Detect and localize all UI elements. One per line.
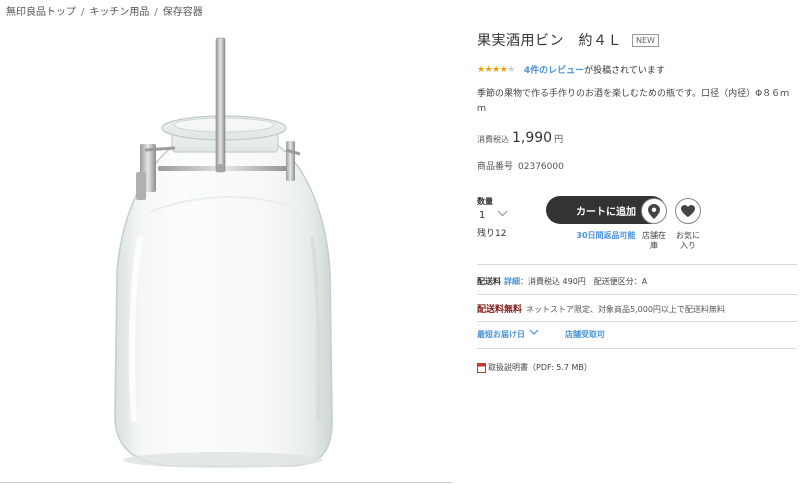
store-stock-button[interactable] [641, 198, 667, 224]
store-stock-label: 店舗在庫 [642, 231, 666, 250]
product-description: 季節の果物で作る手作りのお酒を楽しむための瓶です。口径（内径）Φ８６ｍｍ [477, 89, 790, 114]
delivery-row: 最短お届け日 店舗受取可 [477, 329, 605, 340]
price-value: 1,990 [512, 130, 553, 146]
pdf-icon [477, 362, 486, 373]
breadcrumb-separator: / [154, 7, 158, 18]
shipping-detail-link[interactable]: 詳細 [504, 277, 520, 286]
divider [477, 294, 797, 295]
free-shipping-tag: 配送料無料 [477, 305, 523, 315]
map-pin-icon [648, 203, 660, 219]
shipping-fee-text: ：消費税込 490円 配送便区分：A [520, 277, 648, 286]
price-label: 消費税込 [477, 135, 509, 144]
breadcrumb-home[interactable]: 無印良品トップ [6, 7, 76, 18]
shipping-fee-row: 配送料 詳細：消費税込 490円 配送便区分：A [477, 276, 647, 287]
image-floor-line [0, 482, 452, 483]
title-row: 果実酒用ビン 約４Ｌ NEW [477, 30, 797, 50]
manual-link[interactable]: 取扱説明書（PDF: 5.7 MB） [477, 362, 592, 373]
free-shipping-row: 配送料無料 ネットストア限定、対象商品5,000円以上で配送料無料 [477, 302, 725, 315]
divider [477, 321, 797, 322]
sku-label: 商品番号 [477, 162, 514, 172]
manual-label: 取扱説明書（PDF: 5.7 MB） [488, 363, 592, 372]
divider [477, 348, 797, 349]
star-filled-icon: ★★★★ [477, 64, 508, 75]
glass-jar-image [114, 37, 333, 468]
favorite-label: お気に入り [676, 231, 700, 250]
shipping-label: 配送料 [477, 277, 501, 286]
quantity-value: 1 [479, 210, 486, 221]
quantity-select[interactable]: 1 [479, 210, 509, 224]
store-pickup-link[interactable]: 店舗受取可 [565, 329, 605, 340]
quantity-label: 数量 [477, 197, 493, 206]
price-row: 消費税込 1,990 円 [477, 130, 563, 146]
breadcrumb-kitchen[interactable]: キッチン用品 [89, 7, 149, 18]
breadcrumb-storage[interactable]: 保存容器 [163, 7, 203, 18]
breadcrumb-separator: / [81, 7, 85, 18]
chevron-down-icon [497, 210, 508, 220]
free-shipping-text: ネットストア限定、対象商品5,000円以上で配送料無料 [526, 305, 725, 314]
review-link[interactable]: 4件のレビュー [524, 63, 584, 76]
review-row: ★★★★★ 4件のレビュー が投稿されています [477, 63, 797, 77]
product-title: 果実酒用ビン 約４Ｌ [477, 33, 622, 49]
heart-icon [681, 205, 695, 217]
sku-row: 商品番号 02376000 [477, 159, 564, 172]
favorite-button[interactable] [675, 198, 701, 224]
sku-value: 02376000 [518, 162, 564, 172]
breadcrumb: 無印良品トップ / キッチン用品 / 保存容器 [6, 3, 203, 18]
earliest-delivery-toggle[interactable]: 最短お届け日 [477, 329, 525, 340]
rating-stars: ★★★★★ [477, 65, 515, 75]
divider [477, 264, 797, 265]
new-badge: NEW [632, 33, 659, 47]
chevron-down-icon [529, 329, 539, 340]
product-image[interactable] [0, 22, 452, 485]
price-unit: 円 [554, 135, 564, 145]
review-suffix: が投稿されています [584, 66, 665, 76]
star-empty-icon: ★ [507, 64, 515, 75]
stock-remaining: 残り12 [477, 229, 507, 239]
product-info: 果実酒用ビン 約４Ｌ NEW ★★★★★ 4件のレビュー が投稿されています 季… [477, 30, 797, 373]
